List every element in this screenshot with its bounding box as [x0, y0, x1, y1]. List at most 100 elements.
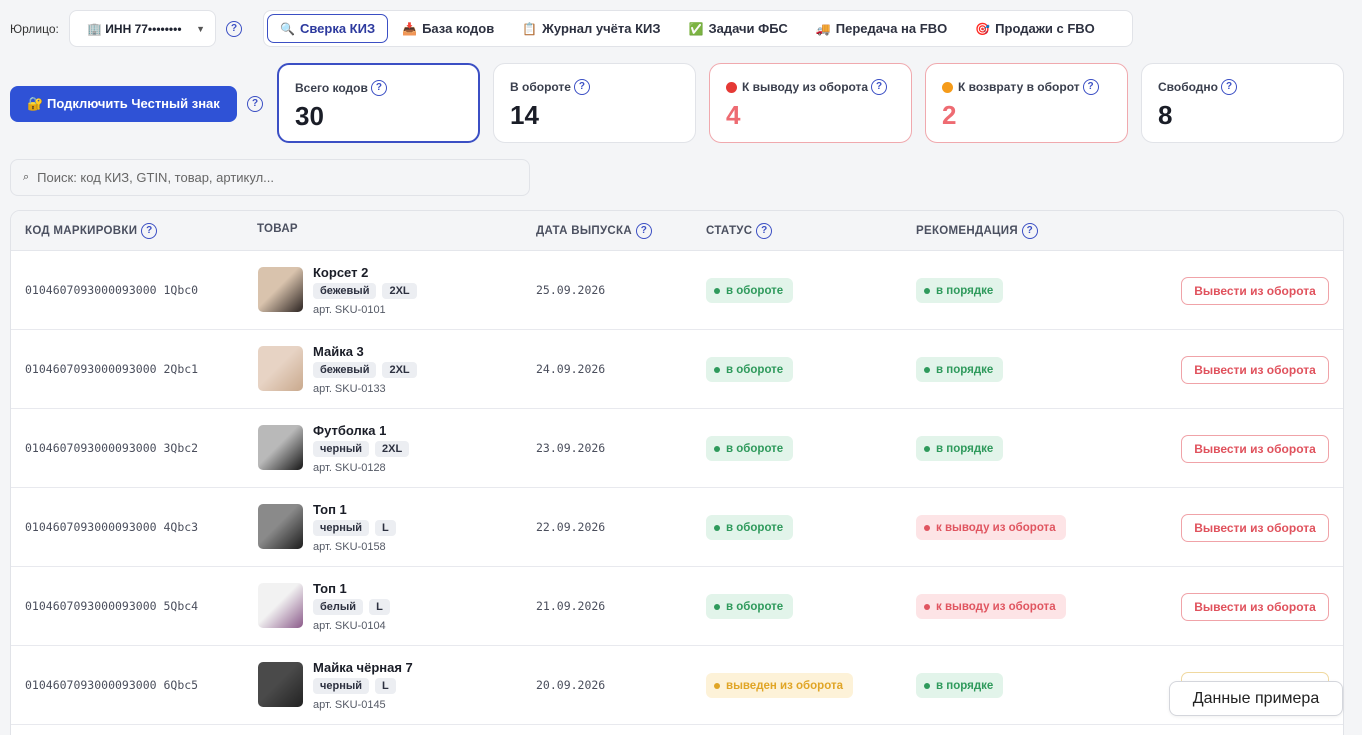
- tab-label: Задачи ФБС: [708, 21, 788, 36]
- column-header-code: КОД МАРКИРОВКИ?: [25, 223, 158, 239]
- release-date: 23.09.2026: [536, 441, 606, 455]
- product-sku: арт. SKU-0133: [313, 383, 386, 395]
- release-date: 22.09.2026: [536, 520, 606, 534]
- product-name: Топ 1: [313, 502, 347, 517]
- stat-label: Свободно?: [1158, 79, 1327, 95]
- status-badge: выведен из оборота: [706, 673, 853, 698]
- status-dot-icon: [726, 81, 737, 93]
- help-icon[interactable]: ?: [247, 96, 263, 112]
- row-action-button[interactable]: Вывести из оборота: [1181, 593, 1329, 621]
- status-badge: в обороте: [706, 594, 794, 619]
- stat-card[interactable]: Свободно? 8: [1141, 63, 1344, 143]
- top-bar: Юрлицо: 🏢 ИНН 77•••••••• ▼ ? 🔍 Сверка КИЗ…: [0, 10, 1362, 47]
- row-action-button[interactable]: Вывести из оборота: [1181, 356, 1329, 384]
- table-row: 0104607093000093000 4Qbc3 Топ 1 черный Lарт…: [11, 488, 1343, 567]
- connect-chestny-znak-button[interactable]: 🔐 Подключить Честный знак: [10, 86, 237, 122]
- color-chip: бежевый: [313, 362, 377, 378]
- row-action-button[interactable]: Вывести из оборота: [1181, 435, 1329, 463]
- color-chip: черный: [313, 678, 370, 694]
- status-badge: в обороте: [706, 278, 794, 303]
- product-attributes: черный L: [313, 520, 396, 536]
- tab-icon: 🎯: [975, 21, 991, 36]
- product-name: Майка чёрная 7: [313, 660, 413, 675]
- search-box[interactable]: ⌕: [10, 159, 530, 196]
- help-icon[interactable]: ?: [1221, 79, 1237, 95]
- tab-3[interactable]: ✅ Задачи ФБС: [675, 14, 802, 43]
- color-chip: черный: [313, 520, 370, 536]
- recommendation-badge: к выводу из оборота: [916, 515, 1066, 540]
- product-sku: арт. SKU-0158: [313, 541, 386, 553]
- stat-label: В обороте?: [510, 79, 679, 95]
- legal-entity-select[interactable]: 🏢 ИНН 77•••••••• ▼: [69, 10, 216, 47]
- product-sku: арт. SKU-0104: [313, 620, 386, 632]
- stat-value: 8: [1158, 100, 1173, 130]
- help-icon[interactable]: ?: [141, 223, 158, 239]
- product-thumbnail: [258, 662, 303, 707]
- stat-label: Всего кодов?: [295, 80, 462, 96]
- tab-4[interactable]: 🚚 Передача на FBO: [802, 14, 961, 43]
- tab-icon: 📋: [522, 21, 538, 36]
- stat-value: 30: [295, 101, 324, 131]
- product-name: Корсет 2: [313, 265, 369, 280]
- size-chip: 2XL: [375, 441, 410, 457]
- marking-code: 0104607093000093000 1Qbc0: [25, 283, 199, 297]
- stat-card[interactable]: К выводу из оборота? 4: [709, 63, 912, 143]
- product-thumbnail: [258, 267, 303, 312]
- row-action-button[interactable]: Вывести из оборота: [1181, 277, 1329, 305]
- tab-icon: 📥: [402, 21, 418, 36]
- size-chip: 2XL: [382, 283, 417, 299]
- recommendation-badge: в порядке: [916, 357, 1004, 382]
- help-icon[interactable]: ?: [226, 21, 242, 37]
- tab-icon: 🚚: [815, 21, 831, 36]
- product-name: Футболка 1: [313, 423, 387, 438]
- table-row: 0104607093000093000 5Qbc4 Топ 1 белый Lарт.…: [11, 567, 1343, 646]
- size-chip: 2XL: [382, 362, 417, 378]
- product-thumbnail: [258, 346, 303, 391]
- marking-code: 0104607093000093000 6Qbc5: [25, 678, 199, 692]
- help-icon[interactable]: ?: [635, 223, 652, 239]
- stat-card[interactable]: В обороте? 14: [493, 63, 696, 143]
- help-icon[interactable]: ?: [1082, 79, 1099, 95]
- stat-value: 2: [942, 100, 957, 130]
- help-icon[interactable]: ?: [573, 79, 590, 95]
- stat-card[interactable]: Всего кодов? 30: [277, 63, 480, 143]
- legal-entity-value: 🏢 ИНН 77••••••••: [87, 21, 182, 36]
- help-icon[interactable]: ?: [370, 80, 387, 96]
- search-input[interactable]: [37, 170, 508, 185]
- stat-card[interactable]: К возврату в оборот? 2: [925, 63, 1128, 143]
- stat-label: К выводу из оборота?: [726, 79, 895, 95]
- tab-2[interactable]: 📋 Журнал учёта КИЗ: [508, 14, 674, 43]
- table-row: 0104607093000093000 6Qbc5 Майка чёрная 7 ч…: [11, 646, 1343, 725]
- size-chip: L: [369, 599, 390, 615]
- color-chip: бежевый: [313, 283, 377, 299]
- sample-data-note: Данные примера: [1169, 681, 1343, 716]
- legal-entity-label: Юрлицо:: [10, 22, 59, 36]
- chevron-down-icon: ▼: [196, 23, 205, 34]
- product-attributes: черный L: [313, 678, 396, 694]
- status-dot-icon: [942, 81, 953, 93]
- tab-icon: ✅: [688, 21, 704, 36]
- table-row: 0104607093000093000 3Qbc2 Футболка 1 черны…: [11, 409, 1343, 488]
- marking-code: 0104607093000093000 2Qbc1: [25, 362, 199, 376]
- product-attributes: бежевый 2XL: [313, 283, 417, 299]
- release-date: 21.09.2026: [536, 599, 606, 613]
- tab-label: Передача на FBO: [835, 21, 948, 36]
- help-icon[interactable]: ?: [1021, 223, 1038, 239]
- product-attributes: черный 2XL: [313, 441, 410, 457]
- row-action-button[interactable]: Вывести из оборота: [1181, 514, 1329, 542]
- size-chip: L: [375, 678, 396, 694]
- product-sku: арт. SKU-0128: [313, 462, 386, 474]
- tab-5[interactable]: 🎯 Продажи с FBO: [961, 14, 1109, 43]
- marking-code: 0104607093000093000 5Qbc4: [25, 599, 199, 613]
- product-sku: арт. SKU-0101: [313, 304, 386, 316]
- help-icon[interactable]: ?: [871, 79, 888, 95]
- size-chip: L: [375, 520, 396, 536]
- stat-value: 4: [726, 100, 741, 130]
- search-icon: ⌕: [23, 171, 30, 183]
- help-icon[interactable]: ?: [756, 223, 773, 239]
- product-sku: арт. SKU-0145: [313, 699, 386, 711]
- tab-1[interactable]: 📥 База кодов: [388, 14, 508, 43]
- marking-code: 0104607093000093000 4Qbc3: [25, 520, 199, 534]
- status-badge: в обороте: [706, 436, 794, 461]
- tab-0[interactable]: 🔍 Сверка КИЗ: [267, 14, 389, 43]
